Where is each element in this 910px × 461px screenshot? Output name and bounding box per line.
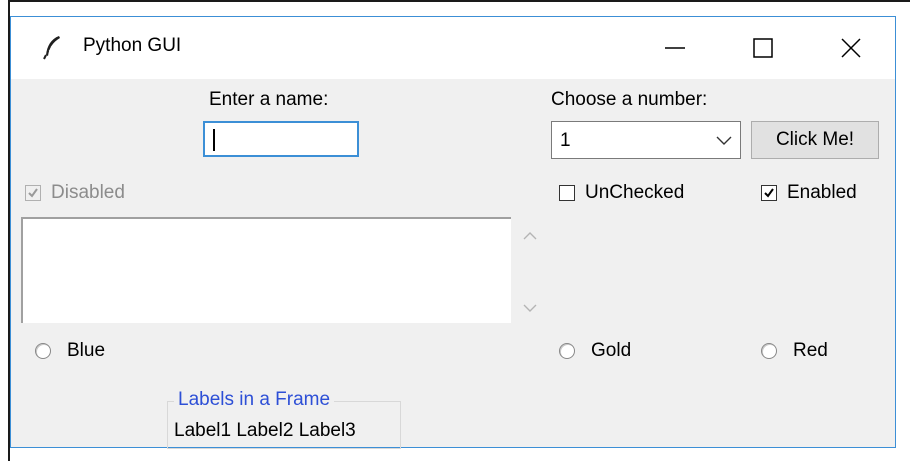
- labels-frame: Labels in a Frame Label1 Label2 Label3: [167, 389, 401, 449]
- close-icon: [841, 38, 861, 58]
- scroll-down-icon[interactable]: [523, 303, 537, 313]
- title-bar[interactable]: Python GUI: [11, 17, 895, 79]
- close-button[interactable]: [807, 17, 895, 79]
- name-input[interactable]: [205, 123, 357, 155]
- checkbox-disabled: [25, 185, 41, 201]
- label-3: Label3: [298, 420, 356, 441]
- labels-frame-title: Labels in a Frame: [174, 389, 335, 411]
- combobox-value: 1: [560, 130, 571, 151]
- text-cursor: [213, 129, 215, 151]
- app-window: Python GUI Enter a name: Choose a number…: [10, 16, 896, 449]
- radio-red[interactable]: [761, 343, 777, 359]
- number-label: Choose a number:: [551, 89, 708, 110]
- checkbox-disabled-label: Disabled: [51, 182, 125, 203]
- window-title: Python GUI: [83, 35, 182, 56]
- scrolled-text[interactable]: [21, 217, 511, 323]
- click-me-button[interactable]: Click Me!: [751, 121, 879, 159]
- checkbox-unchecked[interactable]: [559, 185, 575, 201]
- label-1: Label1: [174, 420, 232, 441]
- chevron-down-icon[interactable]: [716, 134, 732, 146]
- checkbox-unchecked-label[interactable]: UnChecked: [585, 182, 684, 204]
- checkmark-icon: [764, 188, 774, 198]
- radio-blue[interactable]: [35, 343, 51, 359]
- checkbox-enabled[interactable]: [761, 185, 777, 201]
- radio-gold-label[interactable]: Gold: [591, 340, 631, 362]
- maximize-button[interactable]: [719, 17, 807, 79]
- number-combobox[interactable]: 1: [551, 121, 741, 159]
- labels-row: Label1 Label2 Label3: [174, 420, 356, 442]
- minimize-icon: [665, 47, 685, 49]
- feather-icon: [43, 36, 60, 60]
- label-2: Label2: [236, 420, 294, 441]
- maximize-icon: [753, 38, 773, 58]
- radio-red-label[interactable]: Red: [793, 340, 828, 362]
- minimize-button[interactable]: [631, 17, 719, 79]
- radio-blue-label[interactable]: Blue: [67, 340, 105, 362]
- checkbox-enabled-label[interactable]: Enabled: [787, 182, 857, 204]
- name-entry[interactable]: [203, 121, 359, 157]
- checkmark-icon: [28, 188, 38, 198]
- scroll-up-icon[interactable]: [523, 231, 537, 241]
- client-area: Enter a name: Choose a number: 1 Click M…: [11, 79, 895, 449]
- radio-gold[interactable]: [559, 343, 575, 359]
- name-label: Enter a name:: [209, 89, 329, 110]
